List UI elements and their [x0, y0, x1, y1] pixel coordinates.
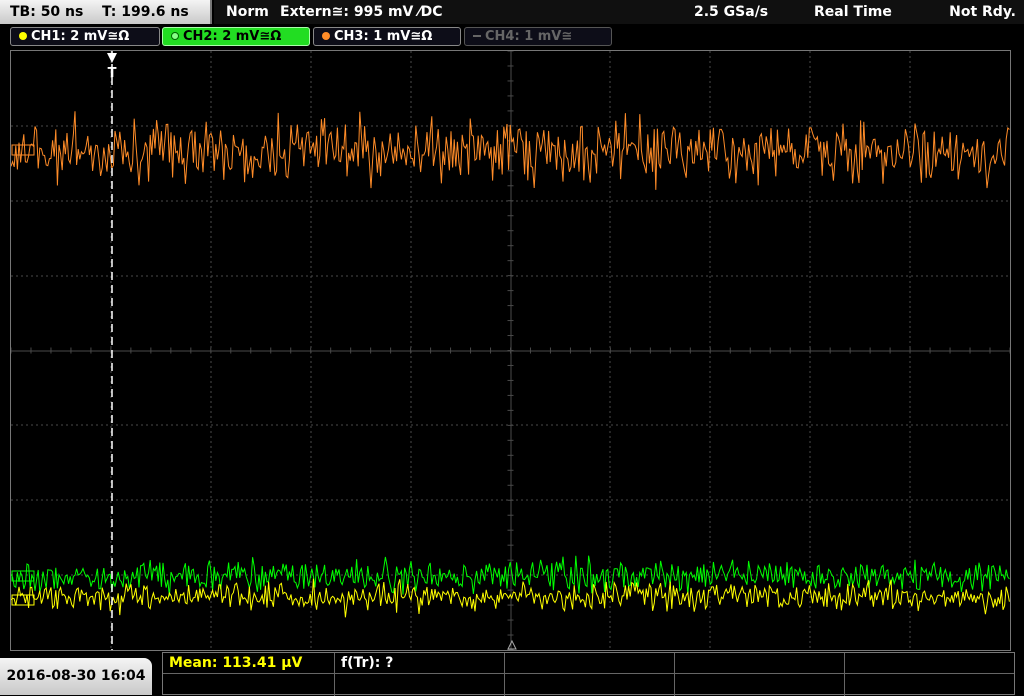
channel-2-indicator-icon: [171, 32, 179, 40]
mean-measurement: Mean: 113.41 µV: [169, 655, 303, 671]
channel-3-tab[interactable]: CH3: 1 mV≅Ω: [313, 27, 461, 46]
top-status-bar: TB: 50 ns T: 199.6 ns Norm Extern≅: 995 …: [0, 0, 1024, 24]
trigger-marker-label: T: [108, 66, 117, 81]
channel-3-indicator-icon: [322, 32, 330, 40]
channel-bar: CH1: 2 mV≅Ω CH2: 2 mV≅Ω CH3: 1 mV≅Ω CH4:…: [0, 25, 1024, 47]
timebase-panel[interactable]: TB: 50 ns T: 199.6 ns: [0, 0, 212, 24]
waveform-graticule: T: [11, 51, 1010, 650]
trigger-level-marker-icon: [507, 639, 517, 650]
channel-4-indicator-icon: [473, 35, 481, 37]
channel-1-indicator-icon: [19, 32, 27, 40]
trigger-time-readout: T: 199.6 ns: [102, 4, 189, 20]
trigger-position-arrow-icon[interactable]: [107, 53, 117, 63]
measurement-divider: [334, 653, 335, 696]
measurement-panel[interactable]: Mean: 113.41 µV f(Tr): ?: [162, 652, 1015, 696]
channel-2-tab[interactable]: CH2: 2 mV≅Ω: [162, 27, 310, 46]
channel-3-trace: [11, 111, 1010, 190]
acquisition-mode: Real Time: [814, 4, 892, 20]
trigger-mode[interactable]: Norm: [226, 0, 269, 24]
measurement-row-divider: [163, 673, 1014, 674]
channel-2-label: CH2: 2 mV≅Ω: [183, 29, 282, 44]
channel-1-tab[interactable]: CH1: 2 mV≅Ω: [10, 27, 160, 46]
ready-status: Not Rdy.: [949, 4, 1016, 20]
channel-1-label: CH1: 2 mV≅Ω: [31, 29, 130, 44]
channel-3-label: CH3: 1 mV≅Ω: [334, 29, 433, 44]
timebase-readout: TB: 50 ns: [10, 4, 84, 20]
acquisition-status: Norm Extern≅: 995 mV ⁄DC 2.5 GSa/s Real …: [214, 0, 1024, 24]
measurement-divider: [844, 653, 845, 696]
sample-rate: 2.5 GSa/s: [694, 4, 769, 20]
trigger-frequency-measurement: f(Tr): ?: [341, 655, 394, 671]
trigger-source[interactable]: Extern≅: 995 mV ⁄DC: [280, 0, 442, 24]
waveform-display[interactable]: T: [10, 50, 1011, 651]
datetime-display: 2016-08-30 16:04: [0, 658, 152, 695]
channel-4-tab[interactable]: CH4: 1 mV≅: [464, 27, 612, 46]
bottom-bar: 2016-08-30 16:04 Mean: 113.41 µV f(Tr): …: [0, 652, 1024, 696]
channel-4-label: CH4: 1 mV≅: [485, 29, 573, 44]
measurement-divider: [674, 653, 675, 696]
measurement-divider: [504, 653, 505, 696]
